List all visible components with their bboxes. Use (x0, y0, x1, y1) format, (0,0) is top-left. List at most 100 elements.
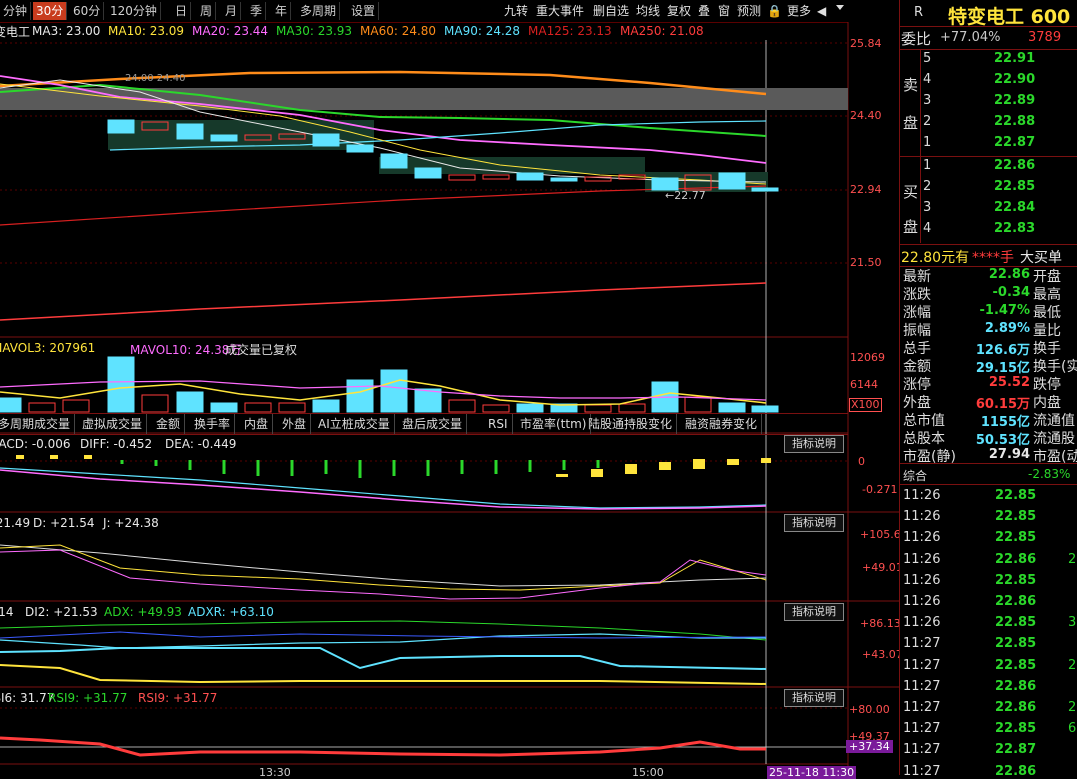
stat-label-right: 流通值 (1033, 413, 1075, 429)
stat-label: 最新 (903, 269, 931, 285)
macd-legend-item: DEA: -0.449 (165, 437, 237, 451)
rsi-axis-label: +80.00 (849, 703, 890, 716)
candle (176, 123, 204, 140)
ma-line (0, 631, 767, 639)
indicator-tab[interactable]: 多周期成交量 (0, 414, 76, 434)
kdj-explain-button[interactable]: 指标说明 (784, 514, 844, 532)
stat-label: 涨停 (903, 377, 931, 393)
volume-bar (0, 397, 22, 413)
indicator-tab[interactable]: 虚拟成交量 (78, 414, 148, 434)
ask-price[interactable]: 22.90 (994, 72, 1035, 87)
ask-price[interactable]: 22.88 (994, 114, 1035, 129)
index-change: -2.83% (1028, 467, 1071, 481)
stat-label: 振幅 (903, 323, 931, 339)
ask-price[interactable]: 22.91 (994, 51, 1035, 66)
trade-price: 22.86 (995, 763, 1037, 779)
volume-bar (584, 404, 612, 413)
stat-label-right: 流通股 (1033, 431, 1075, 447)
stat-label-right: 最低 (1033, 305, 1061, 321)
trade-time: 11:26 (903, 530, 941, 546)
macd-bar (693, 459, 705, 469)
macd-bar (84, 455, 92, 459)
volume-bar (718, 402, 746, 413)
stat-label-right: 跌停 (1033, 377, 1061, 393)
indicator-tab[interactable]: 内盘 (240, 414, 274, 434)
indicator-tab[interactable]: 金额 (152, 414, 186, 434)
trade-price: 22.85 (995, 509, 1037, 525)
ask-level-num: 5 (923, 51, 932, 66)
ma-line (0, 467, 767, 509)
trade-volume: 2 (1068, 657, 1077, 673)
macd-explain-button[interactable]: 指标说明 (784, 435, 844, 453)
candle (751, 187, 779, 192)
volume-axis-label: 12069 (850, 351, 885, 364)
stat-label: 外盘 (903, 395, 931, 411)
bid-price[interactable]: 22.84 (994, 200, 1035, 215)
trade-time: 11:27 (903, 763, 941, 779)
price-axis-label: 24.40 (850, 109, 882, 122)
ask-level-num: 2 (923, 114, 932, 129)
macd-bar (556, 474, 568, 477)
candle (482, 174, 510, 180)
stat-label-right: 量比 (1033, 323, 1061, 339)
stat-value: 29.15亿 (975, 361, 1030, 376)
sell-side-label: 盘 (903, 114, 919, 132)
macd-legend-item: MACD: -0.006 (0, 437, 71, 451)
trade-time: 11:26 (903, 572, 941, 588)
ask-price[interactable]: 22.87 (994, 135, 1035, 150)
trade-price: 22.85 (995, 572, 1037, 588)
order-ratio-value: +77.04% (940, 30, 1001, 45)
order-ratio-label: 委比 (901, 30, 932, 48)
indicator-tab[interactable]: 市盈率(ttm) (516, 414, 592, 434)
volume-bar (312, 399, 340, 413)
ma-line (0, 633, 766, 649)
candle (516, 172, 544, 181)
stat-label-right: 换手(实 (1033, 359, 1077, 375)
macd-axis-label: 0 (858, 455, 865, 468)
bid-price[interactable]: 22.86 (994, 158, 1035, 173)
macd-bar (625, 464, 637, 474)
ma-line (0, 469, 767, 510)
dmi-legend-item: ADX: +49.93 (104, 605, 182, 619)
chart-canvas (0, 22, 899, 775)
trade-price: 22.85 (995, 657, 1037, 673)
ask-level-num: 1 (923, 135, 932, 150)
indicator-tab[interactable]: 陆股通持股变化 (584, 414, 678, 434)
trade-time: 11:27 (903, 657, 941, 673)
stock-name: 特变电工 600 (948, 6, 1071, 28)
bid-price[interactable]: 22.83 (994, 221, 1035, 236)
ma-line (0, 647, 767, 670)
rsi-current-value: +37.34 (846, 740, 893, 753)
trade-volume: 6 (1068, 721, 1077, 737)
time-axis-label: 13:30 (259, 766, 291, 779)
stat-value: 126.6万 (975, 343, 1030, 358)
price-axis-label: 21.50 (850, 256, 882, 269)
indicator-tab[interactable]: 外盘 (278, 414, 312, 434)
bid-price[interactable]: 22.85 (994, 179, 1035, 194)
indicator-tab[interactable]: 换手率 (190, 414, 236, 434)
trade-price: 22.85 (995, 615, 1037, 631)
ask-level-num: 3 (923, 93, 932, 108)
indicator-tab[interactable]: 融资融券变化 (681, 414, 763, 434)
ask-price[interactable]: 22.89 (994, 93, 1035, 108)
rsi-explain-button[interactable]: 指标说明 (784, 689, 844, 707)
indicator-tab[interactable]: AI立桩成交量 (314, 414, 395, 434)
indicator-tab[interactable]: 盘后成交量 (398, 414, 468, 434)
kdj-axis-label: +49.01 (862, 561, 903, 574)
crosshair-time-label: 25-11-18 11:30 (767, 766, 857, 779)
volume-legend: MAVOL3: 207961 MAVOL10: 24.38万 成交量已复权 (0, 340, 848, 357)
kdj-legend-item: D: +21.54 (33, 516, 95, 530)
stat-label-right: 开盘 (1033, 269, 1061, 285)
volume-bar (176, 391, 204, 413)
big-order-qty: ****手 (972, 250, 1014, 266)
indicator-tab[interactable]: RSI (484, 414, 513, 434)
bid-level-num: 4 (923, 221, 932, 236)
trade-time: 11:26 (903, 615, 941, 631)
stat-value: 2.89% (984, 321, 1030, 336)
volume-bar (107, 356, 135, 413)
dmi-explain-button[interactable]: 指标说明 (784, 603, 844, 621)
trade-time: 11:27 (903, 721, 941, 737)
trade-volume: 2 (1068, 700, 1077, 715)
trade-price: 22.85 (995, 530, 1037, 546)
volume-bar (414, 388, 442, 413)
